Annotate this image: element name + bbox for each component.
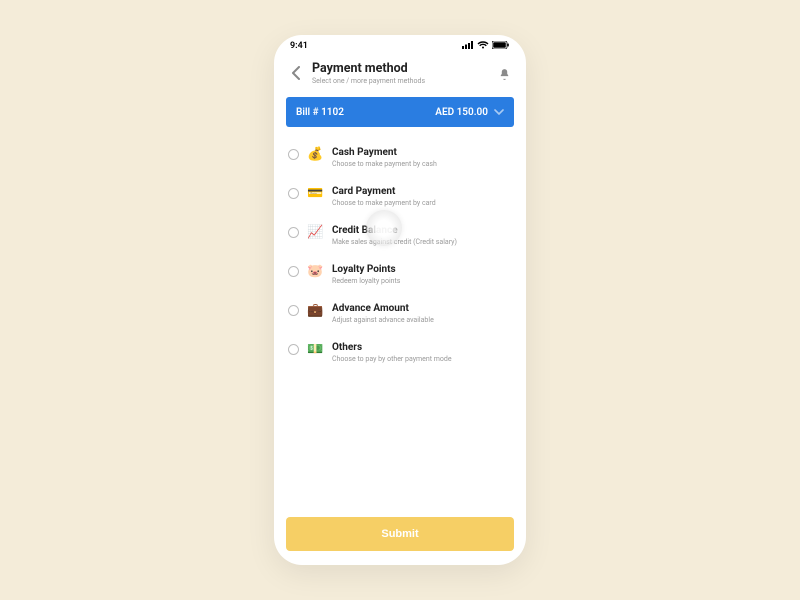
bill-amount: AED 150.00	[435, 107, 488, 118]
back-button[interactable]	[288, 66, 302, 80]
status-indicators	[462, 41, 510, 52]
card-icon: 💳	[308, 186, 323, 201]
option-title: Cash Payment	[332, 147, 437, 158]
credit-icon: 📈	[308, 225, 323, 240]
payment-method-list: 💰 Cash Payment Choose to make payment by…	[274, 135, 526, 511]
option-title: Advance Amount	[332, 303, 434, 314]
radio-button[interactable]	[288, 188, 299, 199]
radio-button[interactable]	[288, 149, 299, 160]
status-time: 9:41	[290, 41, 308, 51]
wifi-icon	[477, 41, 489, 52]
option-title: Others	[332, 342, 452, 353]
status-bar: 9:41	[274, 35, 526, 57]
chevron-down-icon	[494, 107, 504, 118]
payment-option-others[interactable]: 💵 Others Choose to pay by other payment …	[288, 334, 512, 373]
option-subtitle: Adjust against advance available	[332, 316, 434, 324]
header-titles: Payment method Select one / more payment…	[312, 61, 488, 85]
page-subtitle: Select one / more payment methods	[312, 77, 488, 85]
cash-icon: 💰	[308, 147, 323, 162]
phone-frame: 9:41 Payment method Select one / more pa…	[274, 35, 526, 565]
option-title: Card Payment	[332, 186, 436, 197]
bill-selector[interactable]: Bill # 1102 AED 150.00	[286, 97, 514, 127]
advance-icon: 💼	[308, 303, 323, 318]
payment-option-credit[interactable]: 📈 Credit Balance Make sales against cred…	[288, 217, 512, 256]
payment-option-cash[interactable]: 💰 Cash Payment Choose to make payment by…	[288, 139, 512, 178]
option-subtitle: Make sales against credit (Credit salary…	[332, 238, 457, 246]
page-title: Payment method	[312, 61, 488, 76]
option-subtitle: Choose to pay by other payment mode	[332, 355, 452, 363]
payment-option-loyalty[interactable]: 🐷 Loyalty Points Redeem loyalty points	[288, 256, 512, 295]
battery-icon	[492, 41, 510, 52]
option-title: Credit Balance	[332, 225, 457, 236]
payment-option-card[interactable]: 💳 Card Payment Choose to make payment by…	[288, 178, 512, 217]
loyalty-icon: 🐷	[308, 264, 323, 279]
bill-label: Bill # 1102	[296, 107, 344, 118]
notification-bell-icon[interactable]	[498, 66, 512, 80]
option-subtitle: Choose to make payment by card	[332, 199, 436, 207]
option-subtitle: Choose to make payment by cash	[332, 160, 437, 168]
option-subtitle: Redeem loyalty points	[332, 277, 400, 285]
radio-button[interactable]	[288, 227, 299, 238]
radio-button[interactable]	[288, 344, 299, 355]
radio-button[interactable]	[288, 305, 299, 316]
signal-icon	[462, 41, 474, 52]
payment-option-advance[interactable]: 💼 Advance Amount Adjust against advance …	[288, 295, 512, 334]
radio-button[interactable]	[288, 266, 299, 277]
submit-button[interactable]: Submit	[286, 517, 514, 551]
others-icon: 💵	[308, 342, 323, 357]
option-title: Loyalty Points	[332, 264, 400, 275]
header: Payment method Select one / more payment…	[274, 57, 526, 87]
